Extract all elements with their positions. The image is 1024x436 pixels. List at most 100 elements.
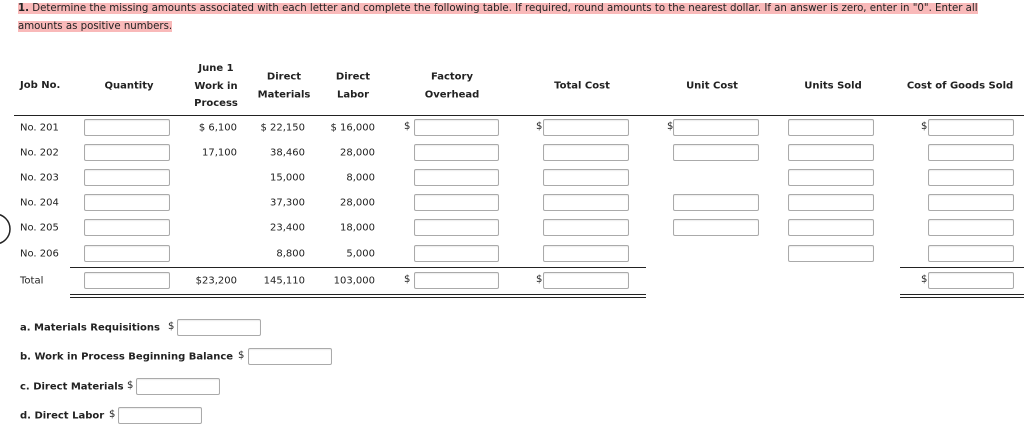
quantity-input[interactable] xyxy=(84,219,170,236)
total-cost-input[interactable] xyxy=(543,119,629,136)
dollar-sign: $ xyxy=(921,121,928,132)
factory-overhead-input[interactable] xyxy=(414,245,499,262)
factory-overhead-input[interactable] xyxy=(414,272,499,289)
units-sold-input[interactable] xyxy=(788,169,874,186)
cogs-input[interactable] xyxy=(928,219,1014,236)
unit-cost-input[interactable] xyxy=(673,194,759,211)
header-quantity-text: Quantity xyxy=(104,80,154,92)
unit-cost-input[interactable] xyxy=(673,144,759,161)
header-fo-line: Factory xyxy=(430,71,474,83)
header-quantity: Quantity xyxy=(105,77,154,95)
header-total-cost-text: Total Cost xyxy=(554,80,610,92)
header-dl-line: Labor xyxy=(336,89,370,100)
cogs-input[interactable] xyxy=(928,169,1014,186)
unit-cost-input[interactable] xyxy=(673,119,759,136)
dm-value: 23,400 xyxy=(270,222,305,234)
dm-value: 8,800 xyxy=(276,248,305,260)
header-dl: Direct Labor xyxy=(336,69,370,104)
factory-overhead-input[interactable] xyxy=(414,119,499,136)
dm-value: 37,300 xyxy=(270,197,305,209)
header-units-sold: Units Sold xyxy=(804,77,862,95)
header-wip-line: Process xyxy=(194,97,238,109)
header-dm-line: Direct xyxy=(266,71,302,83)
factory-overhead-input[interactable] xyxy=(414,194,499,211)
header-units-sold-text: Units Sold xyxy=(804,80,862,92)
dl-value: 103,000 xyxy=(333,275,375,287)
factory-overhead-input[interactable] xyxy=(414,169,499,186)
cogs-input[interactable] xyxy=(928,144,1014,161)
header-dm-line: Materials xyxy=(257,89,311,100)
question-answer-input[interactable] xyxy=(136,378,220,395)
dm-value: $ 22,150 xyxy=(260,122,305,134)
total-cost-input[interactable] xyxy=(543,245,629,262)
header-fo: Factory Overhead xyxy=(425,69,480,104)
quantity-input[interactable] xyxy=(84,194,170,211)
total-cost-input[interactable] xyxy=(543,144,629,161)
header-unit-cost: Unit Cost xyxy=(686,77,738,95)
dollar-sign: $ xyxy=(404,274,411,285)
header-total-cost: Total Cost xyxy=(554,77,610,95)
double-rule xyxy=(900,297,1024,298)
total-cost-input[interactable] xyxy=(543,219,629,236)
question-label: c. Direct Materials xyxy=(20,381,124,393)
question-answer-input[interactable] xyxy=(118,407,202,424)
question-label: b. Work in Process Beginning Balance xyxy=(20,351,234,363)
cursor-circle-icon xyxy=(0,214,11,244)
dollar-sign: $ xyxy=(238,350,245,361)
job-no: No. 203 xyxy=(20,172,59,184)
dl-value: 8,000 xyxy=(346,172,375,184)
total-cost-input[interactable] xyxy=(543,169,629,186)
header-cogs-text: Cost of Goods Sold xyxy=(906,80,1014,92)
dl-value: 18,000 xyxy=(340,222,375,234)
header-fo-line: Overhead xyxy=(424,89,480,100)
units-sold-input[interactable] xyxy=(788,144,874,161)
question-answer-input[interactable] xyxy=(248,348,332,365)
factory-overhead-input[interactable] xyxy=(414,144,499,161)
job-no: No. 201 xyxy=(20,122,59,134)
question-label: d. Direct Labor xyxy=(20,410,105,422)
cogs-input[interactable] xyxy=(928,119,1014,136)
dollar-sign: $ xyxy=(536,274,543,285)
header-dl-line: Direct xyxy=(335,71,371,83)
job-no: Total xyxy=(20,275,44,287)
dollar-sign: $ xyxy=(404,121,411,132)
total-cost-input[interactable] xyxy=(543,272,629,289)
wip-value: $23,200 xyxy=(195,275,237,287)
double-rule xyxy=(70,297,646,298)
question-answer-input[interactable] xyxy=(177,319,261,336)
instructions-line1: Determine the missing amounts associated… xyxy=(32,3,978,14)
header-wip-line: June 1 xyxy=(198,62,234,74)
header-dm: Direct Materials xyxy=(258,69,311,104)
quantity-input[interactable] xyxy=(84,245,170,262)
header-job-no: Job No. xyxy=(20,80,61,91)
dollar-sign: $ xyxy=(921,274,928,285)
table-top-rule xyxy=(14,115,1024,116)
quantity-input[interactable] xyxy=(84,119,170,136)
unit-cost-input[interactable] xyxy=(673,219,759,236)
quantity-input[interactable] xyxy=(84,169,170,186)
dl-value: 28,000 xyxy=(340,147,375,159)
quantity-input[interactable] xyxy=(84,272,170,289)
job-no: No. 204 xyxy=(20,197,59,209)
wip-value: 17,100 xyxy=(202,147,237,159)
dl-value: $ 16,000 xyxy=(330,122,375,134)
units-sold-input[interactable] xyxy=(788,119,874,136)
wip-value: $ 6,100 xyxy=(198,122,237,134)
total-rule-left xyxy=(70,267,646,268)
factory-overhead-input[interactable] xyxy=(414,219,499,236)
dl-value: 5,000 xyxy=(346,248,375,260)
units-sold-input[interactable] xyxy=(788,219,874,236)
total-cost-input[interactable] xyxy=(543,194,629,211)
header-unit-cost-text: Unit Cost xyxy=(686,80,738,92)
dm-value: 15,000 xyxy=(270,172,305,184)
cogs-input[interactable] xyxy=(928,272,1014,289)
double-rule xyxy=(70,294,646,295)
double-rule xyxy=(900,294,1024,295)
quantity-input[interactable] xyxy=(84,144,170,161)
dollar-sign: $ xyxy=(127,380,134,391)
cogs-input[interactable] xyxy=(928,245,1014,262)
units-sold-input[interactable] xyxy=(788,194,874,211)
units-sold-input[interactable] xyxy=(788,245,874,262)
header-wip-line: Work in xyxy=(194,80,238,92)
cogs-input[interactable] xyxy=(928,194,1014,211)
